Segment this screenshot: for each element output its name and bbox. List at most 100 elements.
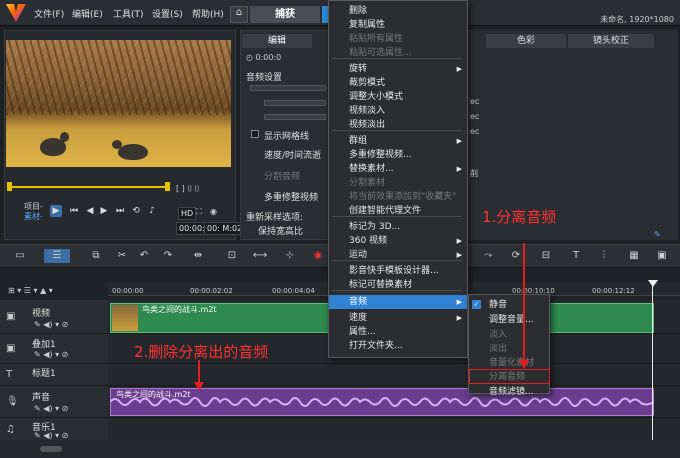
context-menu-item[interactable]: 多重修整视频... [329, 148, 467, 162]
zoom-select[interactable]: HD [178, 207, 197, 220]
context-menu-item[interactable]: 删除 [329, 4, 467, 18]
bird-right-head [112, 140, 122, 149]
context-menu-item[interactable]: 属性... [329, 325, 467, 339]
tab-edit[interactable]: 编辑 [242, 34, 312, 48]
resample-select[interactable]: 保持宽高比 [258, 224, 303, 237]
play-icon[interactable]: ▶ [50, 205, 62, 217]
context-menu-item[interactable]: 音频 ▶ [329, 295, 467, 309]
snapshot-icon[interactable]: ◉ [210, 207, 217, 216]
tab-lens-correction[interactable]: 镜头校正 [568, 34, 654, 48]
track-controls-icon[interactable]: ✎ ◀) ▾ ⊘ [34, 404, 68, 413]
menu-tools[interactable]: 工具(T) [113, 7, 144, 20]
home-tab-icon[interactable]: ⌂ [230, 6, 248, 23]
tab-capture[interactable]: 捕获 [250, 6, 320, 23]
end-icon[interactable]: ⏭ [114, 205, 126, 217]
menu-help[interactable]: 帮助(H) [192, 7, 224, 20]
context-menu-item[interactable]: 创建智能代理文件 [329, 204, 467, 218]
playhead-handle[interactable] [648, 280, 658, 287]
context-menu-item[interactable]: 复制属性 [329, 18, 467, 32]
audio-submenu-item[interactable]: 音频滤镜... [469, 385, 549, 399]
context-menu-item[interactable]: 打开文件夹... [329, 339, 467, 353]
edit-icon[interactable]: ✎ [654, 230, 661, 239]
show-grid-checkbox[interactable] [251, 130, 259, 138]
context-menu-item[interactable]: 标记可替换素材 [329, 278, 467, 292]
fade-in-slider[interactable] [264, 100, 326, 106]
context-menu-item[interactable]: 视频淡出 [329, 118, 467, 132]
next-frame-icon[interactable]: ▶ [98, 205, 110, 217]
trim-end-handle[interactable] [165, 182, 170, 191]
3d-title-icon[interactable]: T [568, 249, 584, 263]
track-header-title[interactable]: T 标题1 [0, 364, 108, 386]
record-icon[interactable]: ◉ [310, 249, 326, 263]
project-name: 未命名, 1920*1080 [600, 15, 674, 24]
motion-track-icon[interactable]: ⤳ [480, 249, 496, 263]
split-icon[interactable]: ⇹ [190, 249, 206, 263]
volume-slider[interactable] [250, 85, 326, 91]
ruler-tick: 00:00:12:12 [592, 287, 635, 295]
context-menu-item[interactable]: 影音快手模板设计器... [329, 264, 467, 278]
timeline-scrollbar[interactable] [0, 440, 680, 458]
mark-in-out-icon[interactable]: [ ] ⌷ ⌷ [176, 184, 199, 194]
track-header-overlay[interactable]: ▣ 叠加1 ✎ ◀) ▾ ⊘ [0, 334, 108, 364]
context-menu-item-label: 标记为 3D... [349, 222, 401, 232]
context-menu-item[interactable]: 旋转 ▶ [329, 62, 467, 76]
track-manager-icon[interactable]: ⧉ [88, 249, 104, 263]
context-menu-item[interactable]: 速度 ▶ [329, 311, 467, 325]
motion-icon[interactable]: ⟷ [252, 249, 268, 263]
track-controls-icon[interactable]: ✎ ◀) ▾ ⊘ [34, 431, 68, 440]
audio-submenu-item[interactable]: ✓ 静音 [469, 298, 549, 312]
prev-frame-icon[interactable]: ◀ [84, 205, 96, 217]
trim-start-handle[interactable] [7, 182, 12, 191]
context-menu-item[interactable]: 替换素材... ▶ [329, 162, 467, 176]
clip-mode-label[interactable]: 素材- [24, 211, 43, 222]
context-menu-item[interactable]: 视频淡入 [329, 104, 467, 118]
show-grid-label: 显示网格线 [264, 132, 310, 142]
scrub-fill [8, 186, 168, 188]
track-controls-icon[interactable]: ✎ ◀) ▾ ⊘ [34, 320, 68, 329]
partial-text: ec [470, 112, 480, 121]
undo-icon[interactable]: ↶ [136, 249, 152, 263]
cut-icon[interactable]: ✂ [114, 249, 130, 263]
photo-icon[interactable]: ▣ [654, 249, 670, 263]
track-header-video[interactable]: ▣ 视频 ✎ ◀) ▾ ⊘ [0, 300, 108, 334]
menu-file[interactable]: 文件(F) [34, 7, 64, 20]
menu-edit[interactable]: 编辑(E) [72, 7, 103, 20]
menu-settings[interactable]: 设置(S) [152, 7, 183, 20]
context-menu-item[interactable]: 360 视频 ▶ [329, 234, 467, 248]
context-menu-item[interactable]: 运动 ▶ [329, 248, 467, 262]
storyboard-view-icon[interactable]: ▭ [12, 249, 28, 263]
track-controls-icon[interactable]: ✎ ◀) ▾ ⊘ [34, 350, 68, 359]
audio-submenu-item-label: 调整音量... [489, 315, 534, 325]
split-audio-button[interactable]: 分割音频 [264, 169, 300, 182]
redo-icon[interactable]: ↷ [160, 249, 176, 263]
context-menu-item[interactable]: 群组 ▶ [329, 134, 467, 148]
timeline-view-icon[interactable]: ☰ [44, 249, 70, 263]
tab-color[interactable]: 色彩 [486, 34, 566, 48]
context-menu-item[interactable]: 调整大小模式 [329, 90, 467, 104]
context-menu-item-label: 裁剪模式 [349, 78, 386, 88]
fade-out-slider[interactable] [264, 114, 326, 120]
aspect-icon[interactable]: ▦ [626, 249, 642, 263]
repeat-icon[interactable]: ⟲ [130, 205, 142, 217]
track-header-voice[interactable]: 🎙 声音 ✎ ◀) ▾ ⊘ [0, 386, 108, 418]
fit-icon[interactable]: ⊡ [224, 249, 240, 263]
music-track-icon: ♫ [6, 424, 15, 435]
volume-icon[interactable]: ♪ [146, 205, 158, 217]
ruler-tick: 00:00:00 [112, 287, 144, 295]
preview-background [6, 40, 231, 115]
track-settings-icon[interactable]: ⊞ ▾ ☰ ▾ ▲ ▾ [8, 286, 53, 295]
fullscreen-icon[interactable]: ⛶ [196, 207, 202, 217]
multicam-button[interactable]: 多重修整视频 [264, 190, 318, 203]
context-menu-item[interactable]: 裁剪模式 [329, 76, 467, 90]
home-icon[interactable]: ⏮ [68, 205, 80, 217]
audio-submenu-item[interactable]: 调整音量... [469, 313, 549, 327]
playhead[interactable] [652, 282, 653, 450]
scrollbar-thumb[interactable] [40, 446, 62, 452]
track-header-music[interactable]: ♫ 音乐1 ✎ ◀) ▾ ⊘ [0, 418, 108, 442]
context-menu-item[interactable]: 标记为 3D... [329, 220, 467, 234]
subtitle-icon[interactable]: ⊟ [538, 249, 554, 263]
audio-mixer-icon[interactable]: ⫶ [596, 249, 612, 263]
mask-icon[interactable]: ⊹ [282, 249, 298, 263]
speed-time-button[interactable]: 速度/时间流逝 [264, 148, 321, 161]
smart-package-icon[interactable]: ⟳ [508, 249, 524, 263]
